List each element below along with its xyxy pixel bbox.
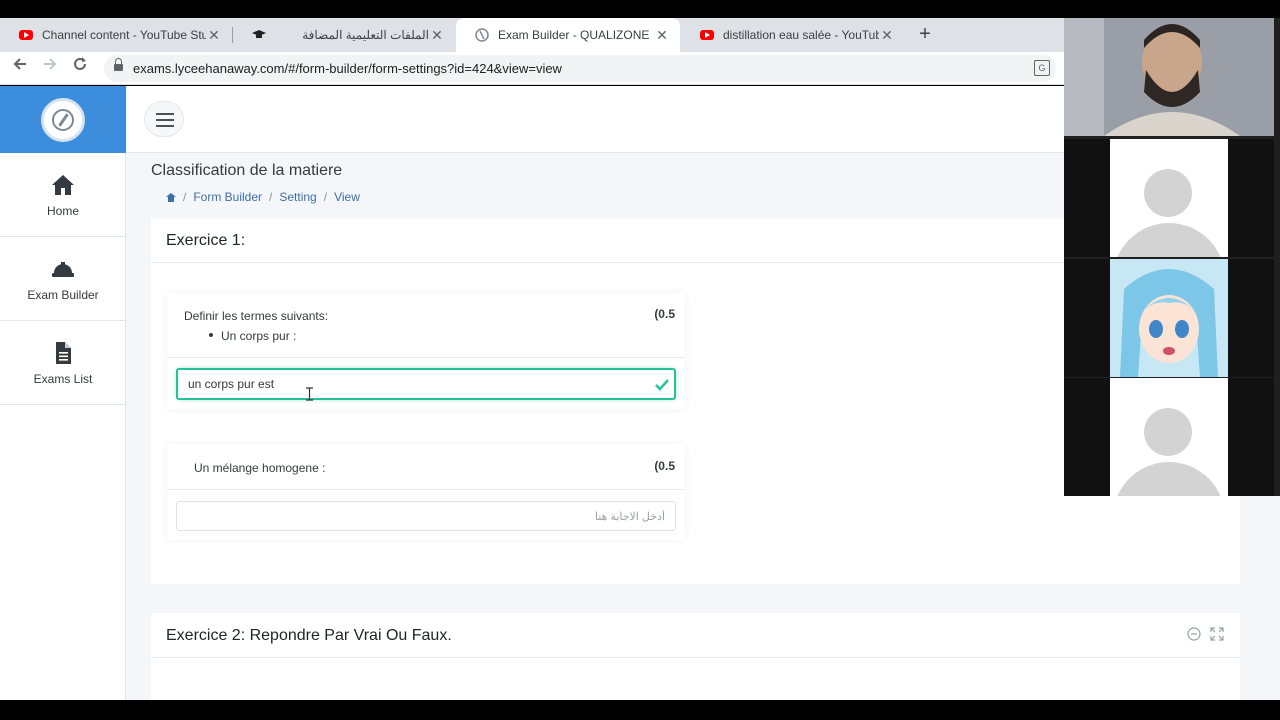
exercise-1-title: Exercice 1: xyxy=(166,232,246,249)
new-tab-button[interactable]: + xyxy=(914,18,936,52)
bullet-icon xyxy=(209,333,213,337)
graduation-cap-icon xyxy=(251,27,267,43)
breadcrumb-separator: / xyxy=(183,190,187,204)
browser-tab-strip: Channel content - YouTube Studio ✕ الملف… xyxy=(0,18,1064,52)
page-title: Classification de la matiere xyxy=(151,162,343,179)
avatar-icon xyxy=(1144,169,1192,217)
breadcrumb: / Form Builder / Setting / View xyxy=(166,190,360,204)
browser-toolbar: exams.lyceehanaway.com/#/form-builder/fo… xyxy=(0,52,1064,85)
tab-exam-builder[interactable]: Exam Builder - QUALIZONE ✕ xyxy=(456,18,680,52)
qualizone-icon xyxy=(474,27,490,43)
sidebar-item-label: Exam Builder xyxy=(27,288,99,302)
lock-icon xyxy=(114,58,123,73)
school-logo[interactable] xyxy=(41,98,85,142)
answer-input-corps-pur[interactable] xyxy=(176,368,676,400)
forward-arrow-icon[interactable] xyxy=(38,56,62,80)
brand-bar xyxy=(0,86,126,153)
tab-label: Channel content - YouTube Studio xyxy=(42,28,206,42)
breadcrumb-setting[interactable]: Setting xyxy=(279,190,316,204)
youtube-icon xyxy=(699,27,715,43)
sidebar: Home Exam Builder Exams List xyxy=(0,86,126,700)
back-arrow-icon[interactable] xyxy=(8,56,32,80)
breadcrumb-separator: / xyxy=(323,190,328,204)
answer-input-melange-homogene[interactable] xyxy=(176,501,676,531)
translate-icon[interactable]: G xyxy=(1034,60,1050,76)
question-2-prompt: Un mélange homogene : xyxy=(194,461,326,475)
sidebar-item-home[interactable]: Home xyxy=(0,153,126,237)
video-tile-participant-2[interactable] xyxy=(1064,259,1274,377)
anime-avatar-image xyxy=(1110,259,1228,377)
check-icon xyxy=(655,378,669,391)
question-1-points: (0.5 xyxy=(654,307,675,321)
question-1-bullet: Un corps pur : xyxy=(221,329,297,343)
sidebar-item-label: Home xyxy=(46,204,79,218)
teacher-camera-feed xyxy=(1064,18,1274,136)
video-tile-participant-3[interactable] xyxy=(1064,378,1274,496)
address-bar[interactable]: exams.lyceehanaway.com/#/form-builder/fo… xyxy=(104,55,1056,82)
expand-icon[interactable] xyxy=(1210,627,1224,641)
screen: Channel content - YouTube Studio ✕ الملف… xyxy=(0,0,1280,720)
url-text: exams.lyceehanaway.com/#/form-builder/fo… xyxy=(133,61,562,76)
tab-label: الملفات التعليمية المضافة xyxy=(302,28,429,42)
exercise-2-card: Exercice 2: Repondre Par Vrai Ou Faux. xyxy=(151,613,1240,700)
collapse-icon[interactable] xyxy=(1187,627,1201,641)
exercise-2-header: Exercice 2: Repondre Par Vrai Ou Faux. xyxy=(151,613,1240,658)
sidebar-item-exams-list[interactable]: Exams List xyxy=(0,321,126,405)
close-icon[interactable]: ✕ xyxy=(654,27,670,44)
video-call-panel xyxy=(1064,18,1280,496)
question-2-points: (0.5 xyxy=(654,459,675,473)
breadcrumb-view[interactable]: View xyxy=(334,190,360,204)
breadcrumb-form-builder[interactable]: Form Builder xyxy=(193,190,262,204)
question-1-card: Definir les termes suivants: (0.5 Un cor… xyxy=(167,293,685,409)
sidebar-item-exam-builder[interactable]: Exam Builder xyxy=(0,237,126,321)
close-icon[interactable]: ✕ xyxy=(879,27,895,44)
question-1-prompt: Definir les termes suivants: xyxy=(184,309,329,323)
question-2-card: Un mélange homogene : (0.5 xyxy=(167,444,685,540)
reload-icon[interactable] xyxy=(68,56,92,80)
text-cursor-icon xyxy=(306,387,313,401)
tab-label: Exam Builder - QUALIZONE xyxy=(498,28,650,42)
youtube-icon xyxy=(18,27,34,43)
video-tile-participant-1[interactable] xyxy=(1064,139,1274,257)
avatar-icon xyxy=(1144,408,1192,456)
tab-distillation-youtube[interactable]: distillation eau salée - YouTube ✕ xyxy=(681,18,905,52)
close-icon[interactable]: ✕ xyxy=(206,27,222,44)
sidebar-item-label: Exams List xyxy=(33,372,93,386)
home-icon xyxy=(51,173,75,197)
hard-hat-icon xyxy=(51,257,75,281)
tab-youtube-studio[interactable]: Channel content - YouTube Studio ✕ xyxy=(0,18,232,52)
close-icon[interactable]: ✕ xyxy=(429,27,445,44)
hamburger-menu-button[interactable] xyxy=(144,101,184,137)
video-tile-teacher[interactable] xyxy=(1064,18,1274,136)
exercise-2-title: Exercice 2: Repondre Par Vrai Ou Faux. xyxy=(166,627,452,644)
tab-label: distillation eau salée - YouTube xyxy=(723,28,879,42)
tab-fichiers-pedagogiques[interactable]: الملفات التعليمية المضافة ✕ xyxy=(233,18,455,52)
breadcrumb-separator: / xyxy=(269,190,273,204)
home-icon[interactable] xyxy=(166,192,176,202)
file-icon xyxy=(51,341,75,365)
